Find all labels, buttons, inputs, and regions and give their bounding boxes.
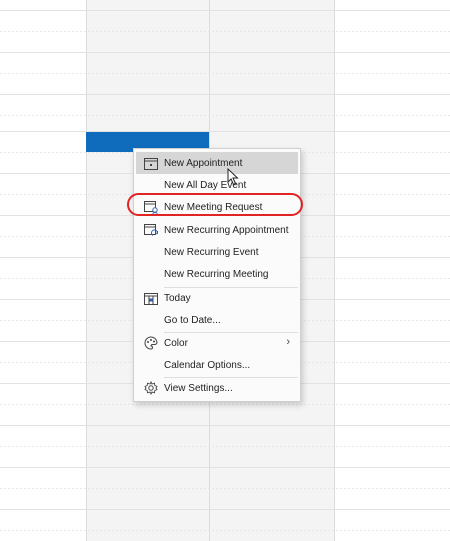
menu-item-color[interactable]: Color ›	[136, 332, 298, 354]
menu-item-label: Go to Date...	[164, 314, 221, 326]
grid-divider	[334, 0, 335, 541]
today-icon	[141, 290, 161, 306]
time-slot-line	[0, 115, 450, 116]
gear-icon	[141, 380, 161, 396]
highlight-annotation-ring	[127, 193, 303, 216]
menu-item-new-recurring-appointment[interactable]: New Recurring Appointment	[136, 219, 298, 241]
menu-item-label: New Appointment	[164, 157, 243, 169]
mouse-cursor-icon	[227, 167, 239, 191]
time-slot-line	[0, 94, 450, 95]
menu-item-label: New Recurring Meeting	[164, 268, 269, 280]
menu-item-label: New Recurring Event	[164, 246, 259, 258]
time-slot-line	[0, 446, 450, 447]
context-menu: New Appointment New All Day Event New Me…	[133, 148, 301, 402]
time-slot-line	[0, 73, 450, 74]
time-slot-line	[0, 425, 450, 426]
menu-item-new-recurring-event[interactable]: New Recurring Event	[136, 241, 298, 263]
menu-item-go-to-date[interactable]: Go to Date...	[136, 309, 298, 331]
calendar-icon	[141, 155, 161, 171]
menu-item-view-settings[interactable]: View Settings...	[136, 377, 298, 399]
menu-item-label: Color	[164, 337, 188, 349]
menu-item-label: View Settings...	[164, 382, 233, 394]
time-slot-line	[0, 467, 450, 468]
calendar-column-left[interactable]	[0, 0, 86, 541]
time-slot-line	[0, 10, 450, 11]
recurring-appointment-icon	[141, 222, 161, 238]
menu-item-label: Calendar Options...	[164, 359, 251, 371]
calendar-column-right[interactable]	[334, 0, 450, 541]
time-slot-line	[0, 530, 450, 531]
time-slot-line	[0, 31, 450, 32]
time-slot-line	[0, 488, 450, 489]
time-slot-line	[0, 131, 450, 132]
menu-item-new-recurring-meeting[interactable]: New Recurring Meeting	[136, 263, 298, 285]
menu-item-calendar-options[interactable]: Calendar Options...	[136, 354, 298, 376]
color-icon	[141, 335, 161, 351]
time-slot-line	[0, 52, 450, 53]
menu-item-today[interactable]: Today	[136, 287, 298, 309]
grid-divider	[86, 0, 87, 541]
time-slot-line	[0, 509, 450, 510]
menu-item-new-appointment[interactable]: New Appointment	[136, 152, 298, 174]
time-slot-line	[0, 404, 450, 405]
menu-item-label: New Recurring Appointment	[164, 224, 289, 236]
chevron-right-icon: ›	[286, 336, 290, 348]
menu-item-label: Today	[164, 292, 191, 304]
